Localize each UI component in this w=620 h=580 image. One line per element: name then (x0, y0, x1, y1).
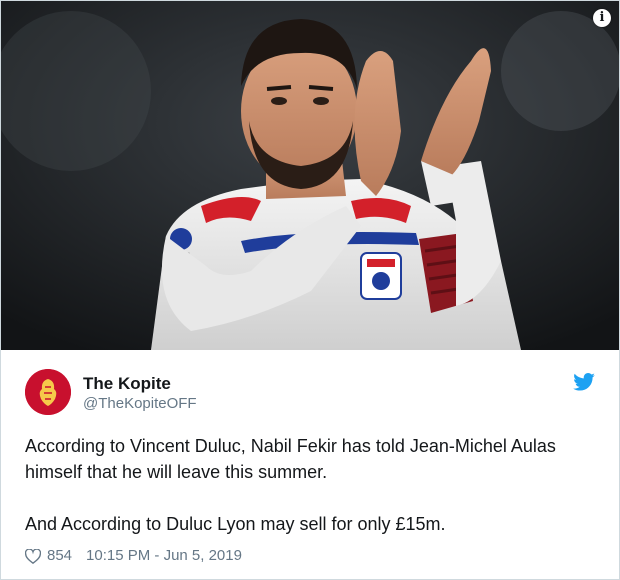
tweet-header: The Kopite @TheKopiteOFF (25, 369, 595, 417)
tweet-paragraph: And According to Duluc Lyon may sell for… (25, 514, 446, 534)
heart-icon[interactable] (25, 548, 41, 564)
tweet-footer: 854 10:15 PM - Jun 5, 2019 (25, 545, 242, 567)
user-handle[interactable]: @TheKopiteOFF (83, 394, 197, 414)
like-count[interactable]: 854 (47, 545, 72, 567)
liverbird-crest-icon (25, 369, 71, 415)
tweet-photo[interactable]: i (1, 1, 619, 350)
player-photo (1, 1, 619, 350)
tweet-paragraph: According to Vincent Duluc, Nabil Fekir … (25, 436, 556, 482)
display-name[interactable]: The Kopite (83, 373, 197, 394)
tweet-card: i The Kopite @TheKopiteOFF According to … (0, 0, 620, 580)
info-icon[interactable]: i (593, 9, 611, 27)
tweet-timestamp[interactable]: 10:15 PM - Jun 5, 2019 (86, 545, 242, 567)
tweet-text: According to Vincent Duluc, Nabil Fekir … (25, 433, 595, 563)
twitter-bird-icon[interactable] (573, 373, 595, 391)
author-names: The Kopite @TheKopiteOFF (83, 373, 197, 414)
avatar[interactable] (25, 369, 71, 415)
